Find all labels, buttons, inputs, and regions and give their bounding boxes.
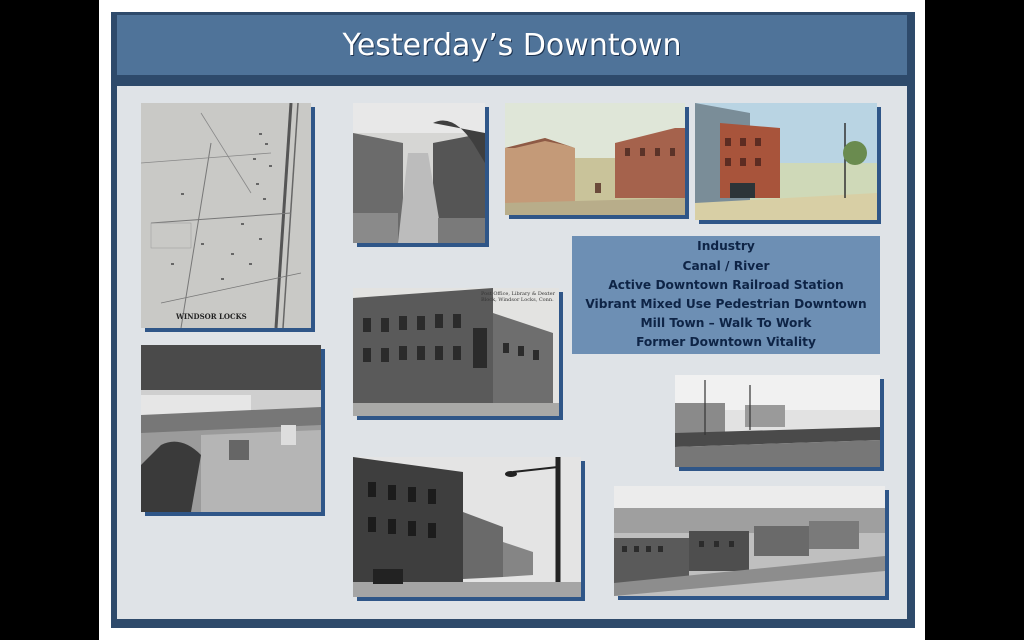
- main-street-photo: [353, 457, 581, 597]
- railroad-station-postcard: [505, 103, 685, 215]
- aerial-downtown-photo: [614, 486, 885, 596]
- title-bar: Yesterday’s Downtown: [117, 15, 907, 75]
- canal-riverfront-photo: [675, 375, 880, 467]
- bullet-mill-town: Mill Town – Walk To Work: [640, 316, 812, 331]
- bullet-industry: Industry: [697, 239, 755, 254]
- map-caption: WINDSOR LOCKS: [176, 312, 247, 321]
- street-scene-postcard: [695, 103, 877, 220]
- bullet-former-vitality: Former Downtown Vitality: [636, 335, 816, 350]
- aerial-mill-photo: [141, 345, 321, 512]
- canal-locks-photo: [353, 103, 485, 243]
- key-points-box: Industry Canal / River Active Downtown R…: [572, 236, 880, 354]
- bullet-canal-river: Canal / River: [682, 258, 770, 273]
- post-office-library-photo: Post Office, Library & Dexter Block, Win…: [353, 288, 559, 416]
- bullet-mixed-use: Vibrant Mixed Use Pedestrian Downtown: [585, 297, 867, 311]
- historic-map-image: WINDSOR LOCKS: [141, 103, 311, 328]
- building-caption: Post Office, Library & Dexter Block, Win…: [481, 291, 556, 303]
- bullet-railroad-station: Active Downtown Railroad Station: [608, 277, 844, 292]
- slide-title: Yesterday’s Downtown: [342, 27, 682, 63]
